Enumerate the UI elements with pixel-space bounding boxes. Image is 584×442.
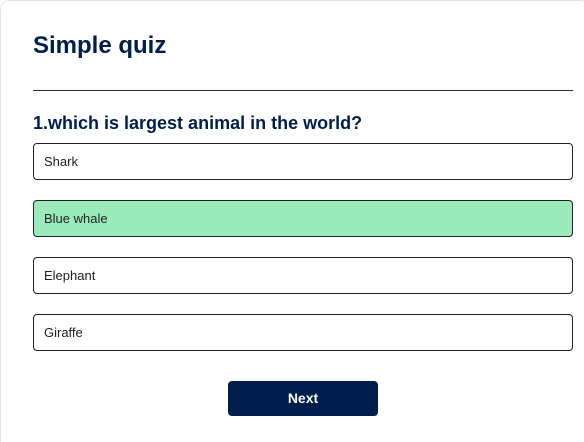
quiz-title: Simple quiz — [33, 32, 167, 59]
answer-option-giraffe[interactable]: Giraffe — [33, 314, 573, 351]
next-button[interactable]: Next — [228, 381, 378, 416]
answer-option-blue-whale[interactable]: Blue whale — [33, 200, 573, 237]
question-text: 1.which is largest animal in the world? — [33, 113, 363, 133]
title-divider — [33, 90, 573, 91]
answer-option-shark[interactable]: Shark — [33, 143, 573, 180]
answer-option-elephant[interactable]: Elephant — [33, 257, 573, 294]
page: Simple quiz 1.which is largest animal in… — [0, 0, 584, 442]
